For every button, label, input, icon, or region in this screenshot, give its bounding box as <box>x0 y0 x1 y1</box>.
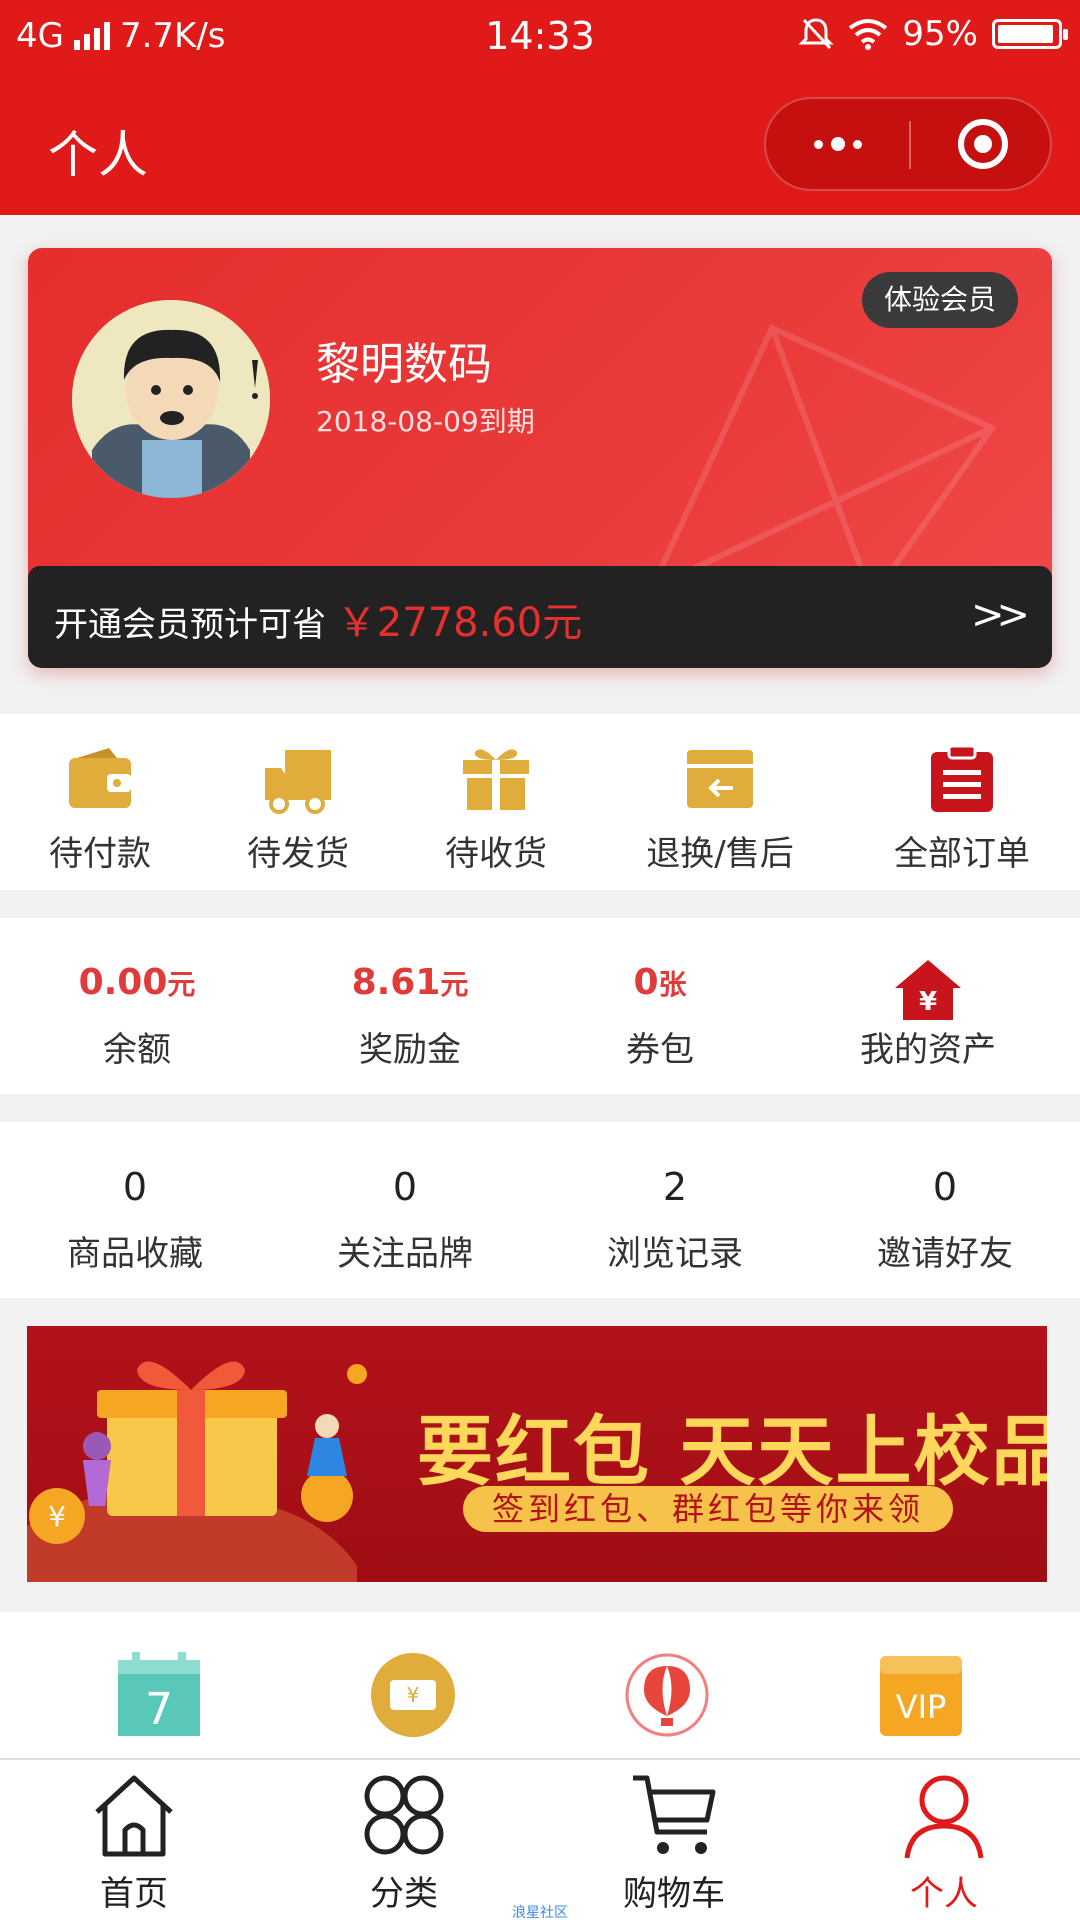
value-unit: 张 <box>658 968 687 1001</box>
svg-text:¥: ¥ <box>48 1500 66 1533</box>
tab-home[interactable]: 首页 <box>34 1770 234 1915</box>
wallet-icon <box>65 744 135 814</box>
order-returns[interactable]: 退换/售后 <box>620 744 820 875</box>
value-unit: 元 <box>440 968 469 1001</box>
stat-label: 邀请好友 <box>877 1234 1013 1274</box>
coupon-icon[interactable]: ¥ <box>370 1652 456 1738</box>
order-label: 全部订单 <box>894 834 1030 874</box>
asset-coupons[interactable]: 0张 券包 <box>550 958 770 1071</box>
order-all[interactable]: 全部订单 <box>862 744 1062 875</box>
svg-text:VIP: VIP <box>896 1688 947 1726</box>
asset-balance[interactable]: 0.00元 余额 <box>27 958 247 1071</box>
stat-value: 0 <box>122 1165 148 1209</box>
member-card[interactable]: 黎明数码 2018-08-09到期 体验会员 开通会员预计可省 ￥2778.60… <box>28 248 1052 668</box>
order-label: 待付款 <box>49 834 151 874</box>
more-button[interactable] <box>766 99 909 189</box>
value-number: 0 <box>633 962 659 1003</box>
asset-label: 券包 <box>626 1030 694 1070</box>
capsule-divider <box>909 121 911 169</box>
status-right: 95% <box>798 14 1068 54</box>
savings-label: 开通会员预计可省 <box>54 605 326 645</box>
avatar-image <box>72 300 270 498</box>
battery-percent: 95% <box>902 14 978 54</box>
asset-summary: 0.00元 余额 8.61元 奖励金 0张 券包 ¥ 我的资产 <box>0 918 1080 1094</box>
gift-icon <box>461 744 531 814</box>
tab-category[interactable]: 分类 <box>304 1770 504 1915</box>
stat-label: 浏览记录 <box>607 1234 743 1274</box>
membership-expiry: 2018-08-09到期 <box>316 405 535 438</box>
stat-brands[interactable]: 0 关注品牌 <box>295 1162 515 1275</box>
mute-bell-icon <box>798 18 835 50</box>
miniprogram-capsule <box>764 97 1052 191</box>
member-badge[interactable]: 体验会员 <box>861 272 1018 328</box>
tab-cart[interactable]: 购物车 <box>574 1770 774 1915</box>
banner-headline: 要红包 天天上校品会 <box>417 1407 1047 1496</box>
red-packet-banner[interactable]: ¥ 要红包 天天上校品会 签到红包、群红包等你来领 <box>27 1326 1047 1582</box>
user-stats: 0 商品收藏 0 关注品牌 2 浏览记录 0 邀请好友 <box>0 1122 1080 1298</box>
battery-fill <box>998 25 1054 43</box>
quick-entry-row: 7 ¥ VIP <box>0 1612 1080 1762</box>
banner-subtitle: 签到红包、群红包等你来领 <box>463 1486 953 1532</box>
value-number: 0.00 <box>78 962 168 1003</box>
order-label: 退换/售后 <box>646 834 794 874</box>
asset-value: 0.00元 <box>27 958 247 1008</box>
asset-label: 余额 <box>103 1030 171 1070</box>
double-chevron-right-icon: >> <box>970 592 1030 638</box>
stat-value: 2 <box>662 1165 688 1209</box>
close-miniprogram-button[interactable] <box>958 119 1008 169</box>
stat-history[interactable]: 2 浏览记录 <box>565 1162 785 1275</box>
stat-label: 商品收藏 <box>67 1234 203 1274</box>
calendar-day: 7 <box>145 1684 173 1735</box>
watermark: 浪星社区 <box>512 1905 568 1920</box>
asset-label: 我的资产 <box>860 1030 996 1070</box>
stat-value: 0 <box>932 1165 958 1209</box>
battery-icon <box>992 19 1068 49</box>
stat-label: 关注品牌 <box>337 1234 473 1274</box>
banner-illustration: ¥ <box>27 1361 367 1582</box>
order-label: 待收货 <box>445 834 547 874</box>
clipboard-icon <box>927 744 997 814</box>
savings-amount: ￥2778.60元 <box>336 600 583 646</box>
stat-value: 0 <box>392 1165 418 1209</box>
user-name: 黎明数码 <box>316 339 492 390</box>
category-icon <box>364 1775 444 1855</box>
asset-label: 奖励金 <box>359 1030 461 1070</box>
status-bar: 4G 7.7K/s 14:33 95% <box>0 0 1080 75</box>
nav-bar: 个人 <box>0 75 1080 215</box>
house-yen-icon: ¥ <box>818 958 1038 1022</box>
order-pending-shipment[interactable]: 待发货 <box>198 744 398 875</box>
page-title: 个人 <box>48 126 148 184</box>
savings-text: 开通会员预计可省 ￥2778.60元 <box>54 590 582 648</box>
asset-value: 0张 <box>550 958 770 1008</box>
tab-bar: 首页 分类 购物车 个人 <box>0 1758 1080 1920</box>
order-pending-receipt[interactable]: 待收货 <box>396 744 596 875</box>
svg-text:¥: ¥ <box>919 987 937 1017</box>
order-shortcuts: 待付款 待发货 待收货 退换/售后 全部订单 <box>0 714 1080 890</box>
avatar[interactable] <box>72 300 270 498</box>
truck-icon <box>263 744 333 814</box>
card-decoration <box>647 324 997 602</box>
stat-favorites[interactable]: 0 商品收藏 <box>25 1162 245 1275</box>
asset-value: 8.61元 <box>300 958 520 1008</box>
svg-text:¥: ¥ <box>407 1683 420 1707</box>
vip-icon[interactable]: VIP <box>878 1652 964 1738</box>
value-unit: 元 <box>167 968 196 1001</box>
membership-savings-bar[interactable]: 开通会员预计可省 ￥2778.60元 >> <box>28 566 1052 668</box>
wifi-icon <box>849 19 888 50</box>
asset-my-assets[interactable]: ¥ 我的资产 <box>818 958 1038 1071</box>
order-label: 待发货 <box>247 834 349 874</box>
stat-invite[interactable]: 0 邀请好友 <box>835 1162 1055 1275</box>
calendar-icon[interactable]: 7 <box>116 1652 202 1738</box>
return-icon <box>685 744 755 814</box>
tab-profile[interactable]: 个人 <box>844 1770 1044 1915</box>
balloon-icon[interactable] <box>624 1652 710 1738</box>
person-icon <box>904 1775 984 1859</box>
value-number: 8.61 <box>351 962 441 1003</box>
asset-reward[interactable]: 8.61元 奖励金 <box>300 958 520 1071</box>
home-icon <box>95 1775 173 1857</box>
cart-icon <box>633 1775 716 1854</box>
order-pending-payment[interactable]: 待付款 <box>0 744 200 875</box>
